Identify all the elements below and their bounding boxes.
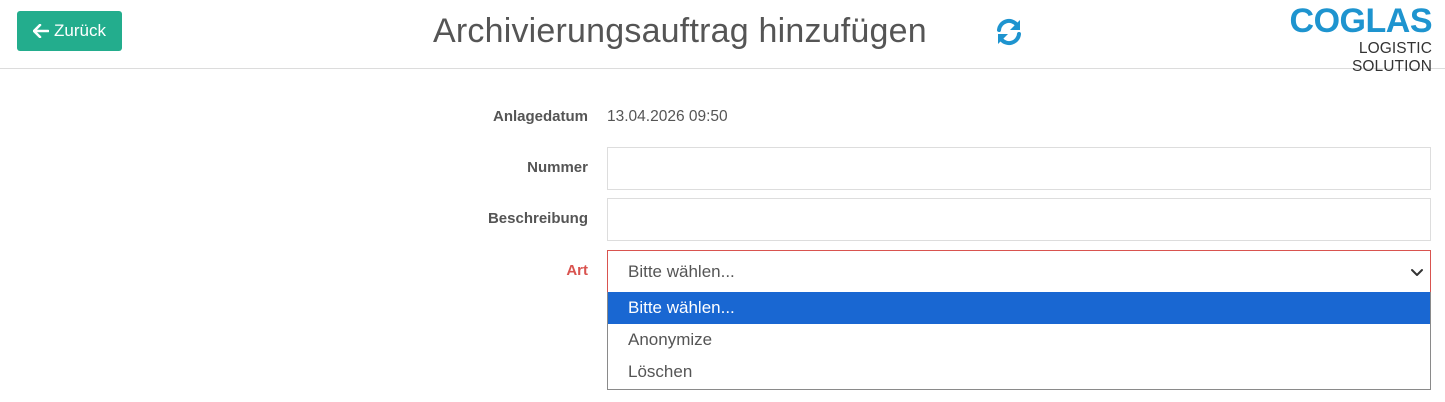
logo-main-text: COGLAS <box>1289 2 1433 40</box>
back-button-label: Zurück <box>54 21 106 40</box>
type-select-value: Bitte wählen... <box>628 261 735 281</box>
type-select[interactable]: Bitte wählen... <box>607 250 1431 293</box>
type-label: Art <box>566 262 588 279</box>
type-option-loeschen[interactable]: Löschen <box>608 356 1430 388</box>
description-label: Beschreibung <box>487 210 588 227</box>
refresh-icon[interactable] <box>994 17 1024 47</box>
type-option-placeholder[interactable]: Bitte wählen... <box>608 292 1430 324</box>
back-button[interactable]: Zurück <box>17 11 122 51</box>
number-label: Nummer <box>527 159 588 176</box>
number-input[interactable] <box>607 147 1431 190</box>
arrow-left-icon <box>33 24 50 38</box>
created-date-label: Anlagedatum <box>492 108 588 125</box>
page-title: Archivierungsauftrag hinzufügen <box>433 12 927 50</box>
coglas-logo: COGLAS LOGISTIC SOLUTION <box>1282 2 1433 75</box>
header: Zurück Archivierungsauftrag hinzufügen C… <box>0 0 1445 75</box>
created-date-value: 13.04.2026 09:50 <box>607 108 728 125</box>
type-dropdown-list: Bitte wählen... Anonymize Löschen <box>607 292 1431 390</box>
description-input[interactable] <box>607 198 1431 241</box>
page: Zurück Archivierungsauftrag hinzufügen C… <box>0 0 1445 402</box>
type-option-anonymize[interactable]: Anonymize <box>608 324 1430 356</box>
logo-sub-text: LOGISTIC SOLUTION <box>1351 40 1432 75</box>
chevron-down-icon <box>1411 269 1423 276</box>
